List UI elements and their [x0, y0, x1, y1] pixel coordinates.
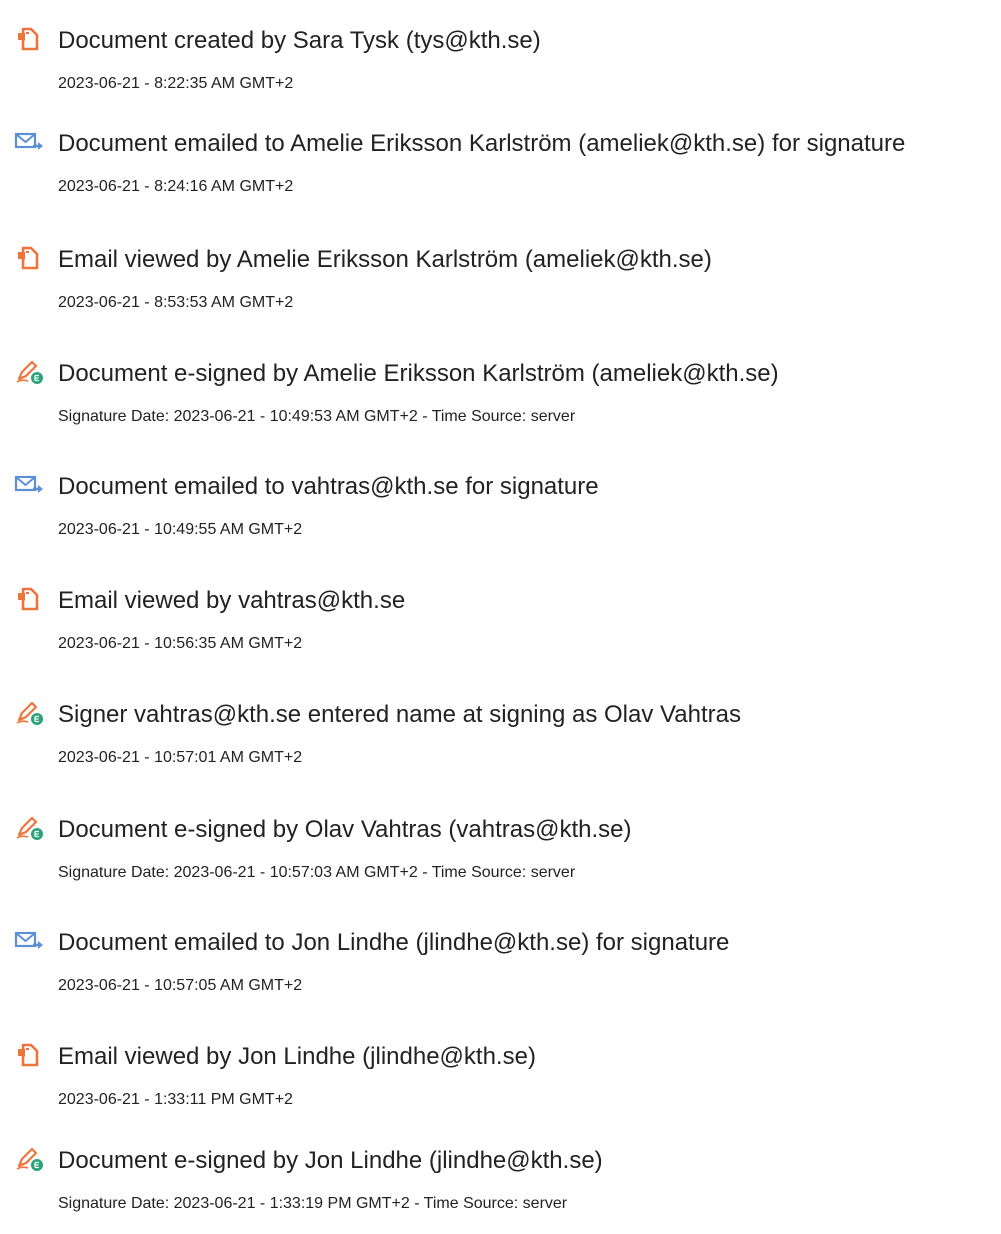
audit-event: Email viewed by Amelie Eriksson Karlströ… — [0, 243, 1001, 333]
event-timestamp: 2023-06-21 - 8:22:35 AM GMT+2 — [58, 75, 294, 92]
audit-event: Email viewed by Jon Lindhe (jlindhe@kth.… — [0, 1040, 1001, 1130]
audit-event: Document e-signed by Amelie Eriksson Kar… — [0, 357, 1001, 447]
event-timestamp: 2023-06-21 - 10:56:35 AM GMT+2 — [58, 635, 303, 652]
document-viewed-icon — [14, 243, 46, 275]
email-sent-icon — [14, 127, 46, 159]
event-timestamp: 2023-06-21 - 1:33:11 PM GMT+2 — [58, 1091, 293, 1108]
document-created-icon — [14, 24, 46, 56]
event-timestamp: 2023-06-21 - 10:49:55 AM GMT+2 — [58, 521, 303, 538]
event-timestamp: 2023-06-21 - 10:57:05 AM GMT+2 — [58, 977, 303, 994]
e-sign-pen-icon — [14, 698, 46, 730]
e-sign-pen-icon — [14, 1144, 46, 1176]
e-sign-pen-icon — [14, 813, 46, 845]
event-timestamp: Signature Date: 2023-06-21 - 10:49:53 AM… — [58, 408, 576, 425]
email-sent-icon — [14, 926, 46, 958]
event-timestamp: 2023-06-21 - 8:24:16 AM GMT+2 — [58, 178, 294, 195]
audit-event: Document emailed to Jon Lindhe (jlindhe@… — [0, 926, 1001, 1016]
event-title: Document emailed to Amelie Eriksson Karl… — [58, 130, 906, 157]
event-title: Document e-signed by Amelie Eriksson Kar… — [58, 360, 779, 387]
event-title: Document e-signed by Olav Vahtras (vahtr… — [58, 816, 632, 843]
email-sent-icon — [14, 470, 46, 502]
audit-event: Document created by Sara Tysk (tys@kth.s… — [0, 24, 1001, 114]
event-title: Document e-signed by Jon Lindhe (jlindhe… — [58, 1147, 603, 1174]
audit-event: Document emailed to vahtras@kth.se for s… — [0, 470, 1001, 560]
audit-event: Document e-signed by Olav Vahtras (vahtr… — [0, 813, 1001, 903]
event-title: Email viewed by Jon Lindhe (jlindhe@kth.… — [58, 1043, 536, 1070]
document-viewed-icon — [14, 584, 46, 616]
event-timestamp: 2023-06-21 - 10:57:01 AM GMT+2 — [58, 749, 303, 766]
event-timestamp: Signature Date: 2023-06-21 - 1:33:19 PM … — [58, 1195, 568, 1212]
e-sign-pen-icon — [14, 357, 46, 389]
document-viewed-icon — [14, 1040, 46, 1072]
event-title: Document emailed to vahtras@kth.se for s… — [58, 473, 599, 500]
audit-event: Document emailed to Amelie Eriksson Karl… — [0, 127, 1001, 217]
event-title: Document emailed to Jon Lindhe (jlindhe@… — [58, 929, 730, 956]
event-timestamp: 2023-06-21 - 8:53:53 AM GMT+2 — [58, 294, 294, 311]
event-title: Email viewed by Amelie Eriksson Karlströ… — [58, 246, 712, 273]
event-title: Document created by Sara Tysk (tys@kth.s… — [58, 27, 541, 54]
event-title: Signer vahtras@kth.se entered name at si… — [58, 701, 741, 728]
audit-event: Signer vahtras@kth.se entered name at si… — [0, 698, 1001, 788]
audit-event: Document e-signed by Jon Lindhe (jlindhe… — [0, 1144, 1001, 1234]
event-timestamp: Signature Date: 2023-06-21 - 10:57:03 AM… — [58, 864, 576, 881]
event-title: Email viewed by vahtras@kth.se — [58, 587, 406, 614]
audit-event: Email viewed by vahtras@kth.se 2023-06-2… — [0, 584, 1001, 674]
